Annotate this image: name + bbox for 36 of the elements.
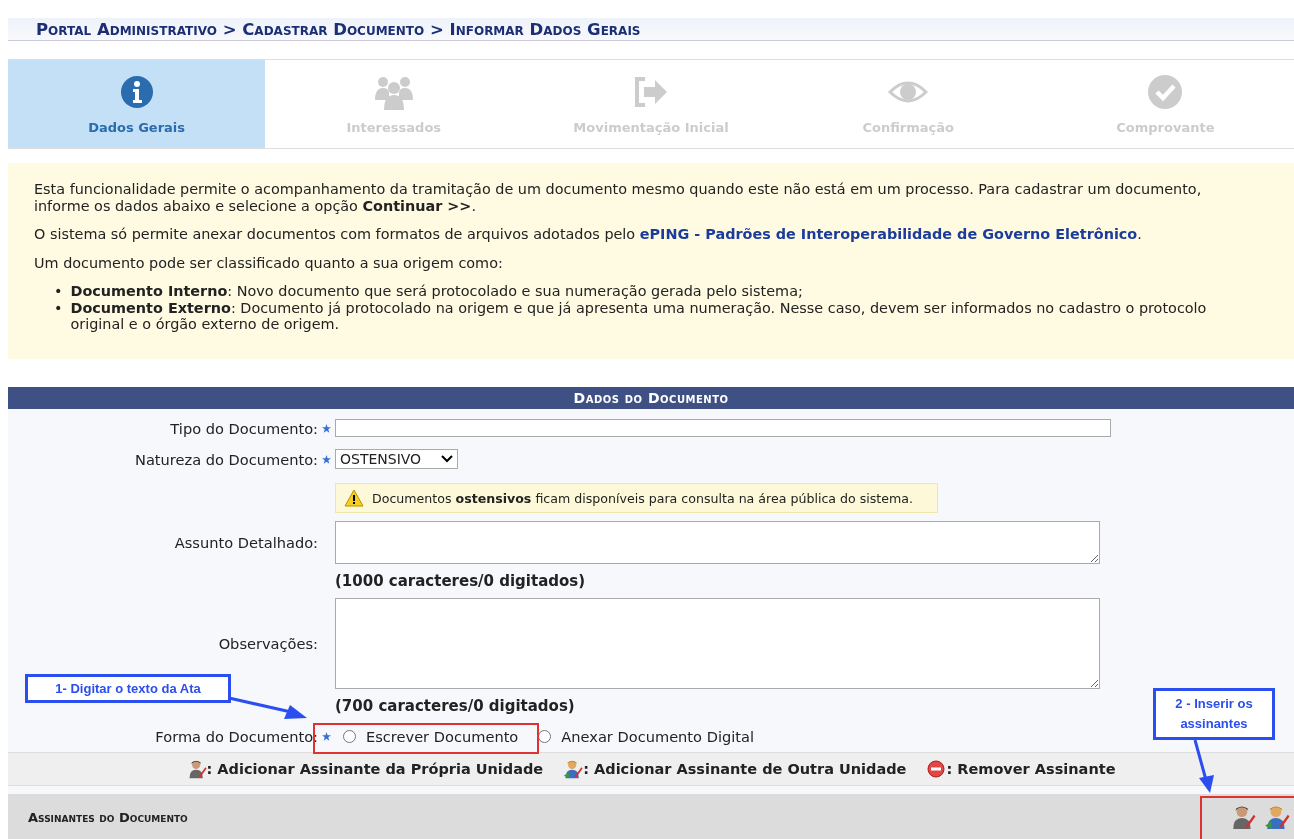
wizard-step[interactable]: Dados Gerais xyxy=(8,60,266,148)
legend-text: : Adicionar Assinante da Própria Unidade xyxy=(206,761,544,777)
field-label: Tipo do Documento: xyxy=(170,419,318,437)
info-paragraph: Um documento pode ser classificado quanto a sua origem como: xyxy=(34,254,504,271)
info-paragraph: Esta funcionalidade permite o acompanhamento da tramitação de um documento mesmo quando este não está em um processo. Para cadastrar um documento, informe os dados abaixo e selecione a opção Continuar >>. xyxy=(34,181,1203,214)
legend-text: : Adicionar Assinante de Outra Unidade xyxy=(583,761,907,777)
signer-add-icon[interactable] xyxy=(563,759,584,779)
field-label: Observações: xyxy=(218,635,318,652)
legend-text: : Remover Assinante xyxy=(946,761,1116,777)
warning-text: Documentos ostensivos ficam disponíveis para consulta na área pública do sistema. xyxy=(372,490,914,506)
bullet: • xyxy=(54,299,63,318)
select-dropdown[interactable]: OSTENSIVO xyxy=(335,449,458,469)
eping-link[interactable]: ePING - Padrões de Interoperabilidade de Governo Eletrônico xyxy=(639,226,1138,242)
info-list-item: Documento Externo: Documento já protocolado na origem e que já apresenta uma numeração. Nesse caso, devem ser informados no cadastro o protocolo original e o órgão externo de origem. xyxy=(70,299,1208,333)
annotation-callout: 1- Digitar o texto da Ata xyxy=(25,674,231,703)
text-area[interactable] xyxy=(335,598,1100,689)
field-label: Natureza do Documento: xyxy=(135,450,318,468)
bullet: • xyxy=(54,283,63,300)
chevron-icon xyxy=(441,455,453,463)
section-title: Dados do Documento xyxy=(573,390,729,406)
warning-icon xyxy=(344,489,364,507)
character-counter: (700 caracteres/0 digitados) xyxy=(335,697,575,715)
section-title: Assinantes do Documento xyxy=(28,810,188,825)
annotation-callout: 2 - Inserir os assinantes xyxy=(1153,688,1275,740)
info-paragraph: O sistema só permite anexar documentos com formatos de arquivos adotados pelo ePING - Padrões de Interoperabilidade de Governo Eletrônico. xyxy=(34,226,1143,243)
info-list-item: Documento Interno: Novo documento que será protocolado e sua numeração gerada pelo sistema; xyxy=(70,283,803,300)
text-area[interactable] xyxy=(335,521,1100,564)
field-label: Assunto Detalhado: xyxy=(174,534,318,551)
radio-option[interactable]: Anexar Documento Digital xyxy=(538,727,754,745)
text-input[interactable] xyxy=(335,419,1111,437)
add-signer-icon[interactable] xyxy=(1230,804,1256,830)
remove-icon xyxy=(926,759,947,779)
add-signer-icon[interactable] xyxy=(1264,804,1290,830)
radio-option[interactable]: Escrever Documento xyxy=(343,727,519,745)
breadcrumb: Portal Administrativo > Cadastrar Documento > Informar Dados Gerais xyxy=(36,19,641,39)
character-counter: (1000 caracteres/0 digitados) xyxy=(335,572,586,590)
